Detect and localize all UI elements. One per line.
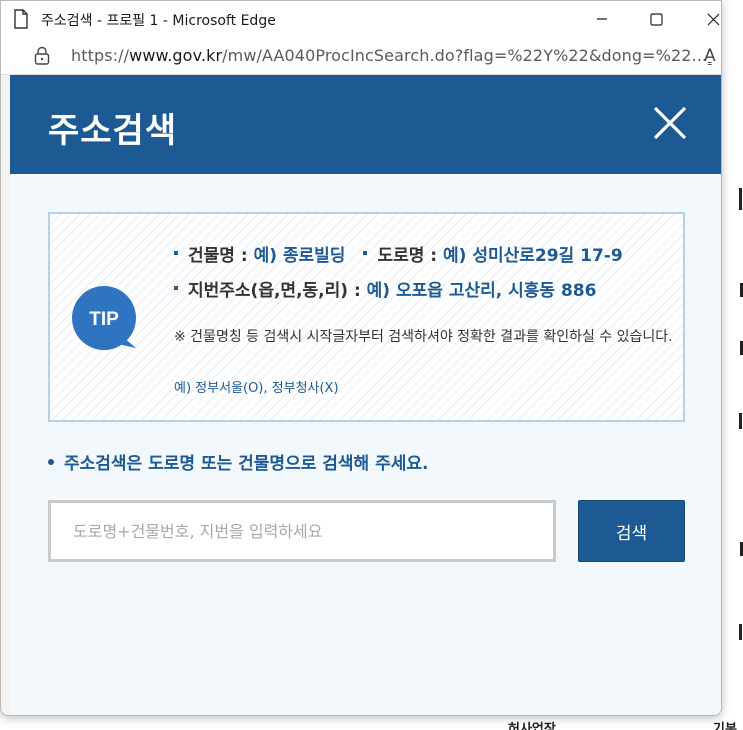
minimize-button[interactable] — [575, 1, 629, 37]
page-icon — [14, 9, 28, 29]
background-bottom-label: 허사업장 — [508, 722, 556, 730]
background-text-fragment — [739, 188, 742, 210]
tip-line-jibun: 지번주소(읍,면,동,리) : 예) 오포읍 고산리, 시흥동 886 — [174, 276, 596, 301]
address-search-popup: 주소검색 TIP 건물명 : 예) 종로빌딩 도로명 : 예) 성미산로29길 1… — [10, 75, 721, 715]
address-search-input[interactable] — [48, 500, 556, 562]
background-text-fragment — [739, 624, 742, 640]
close-icon — [653, 106, 687, 140]
browser-popup-window: 주소검색 - 프로필 1 - Microsoft Edge https://ww… — [0, 0, 722, 716]
window-titlebar[interactable]: 주소검색 - 프로필 1 - Microsoft Edge — [1, 1, 721, 37]
search-button[interactable]: 검색 — [578, 500, 685, 562]
popup-header: 주소검색 — [10, 75, 721, 174]
maximize-button[interactable] — [629, 1, 683, 37]
url-text[interactable]: https://www.gov.kr/mw/AA040ProcIncSearch… — [71, 46, 707, 65]
tip-jibun-label: 지번주소(읍,면,동,리) : — [188, 281, 367, 301]
tip-road-example: 예) 성미산로29길 17-9 — [443, 246, 623, 266]
tip-bullet — [363, 251, 368, 255]
tip-jibun-example: 예) 오포읍 고산리, 시흥동 886 — [366, 281, 597, 301]
close-icon — [707, 13, 719, 25]
popup-title: 주소검색 — [48, 111, 178, 151]
window-close-button[interactable] — [686, 1, 721, 37]
tip-box: TIP 건물명 : 예) 종로빌딩 도로명 : 예) 성미산로29길 17-9 지… — [48, 212, 685, 422]
background-bottom-label-right: 기본 — [713, 722, 737, 730]
tip-building-label: 건물명 : — [188, 246, 254, 266]
maximize-icon — [649, 12, 663, 26]
tip-building-example: 예) 종로빌딩 — [253, 246, 346, 266]
tip-note-example: 예) 정부서울(O), 정부청사(X) — [174, 381, 339, 396]
tip-bullet — [174, 251, 178, 255]
search-guide-text: 주소검색은 도로명 또는 건물명으로 검색해 주세요. — [48, 449, 429, 474]
read-aloud-icon[interactable]: A͇ — [704, 46, 716, 66]
tip-line-building-road: 건물명 : 예) 종로빌딩 도로명 : 예) 성미산로29길 17-9 — [174, 241, 623, 266]
minimize-icon — [597, 18, 607, 20]
guide-bullet — [48, 459, 54, 465]
tip-badge-label: TIP — [89, 309, 119, 330]
tip-bullet — [174, 286, 178, 290]
search-guide-label: 주소검색은 도로명 또는 건물명으로 검색해 주세요. — [64, 454, 429, 474]
tip-badge-icon: TIP — [72, 286, 136, 350]
popup-close-button[interactable] — [650, 103, 690, 143]
tip-road-label: 도로명 : — [377, 246, 444, 266]
address-bar[interactable]: https://www.gov.kr/mw/AA040ProcIncSearch… — [1, 37, 721, 75]
tip-note: ※ 건물명칭 등 검색시 시작글자부터 검색하셔야 정확한 결과를 확인하실 수… — [174, 329, 673, 345]
window-title: 주소검색 - 프로필 1 - Microsoft Edge — [41, 13, 276, 29]
background-text-fragment — [739, 413, 742, 429]
lock-icon[interactable] — [34, 46, 50, 66]
